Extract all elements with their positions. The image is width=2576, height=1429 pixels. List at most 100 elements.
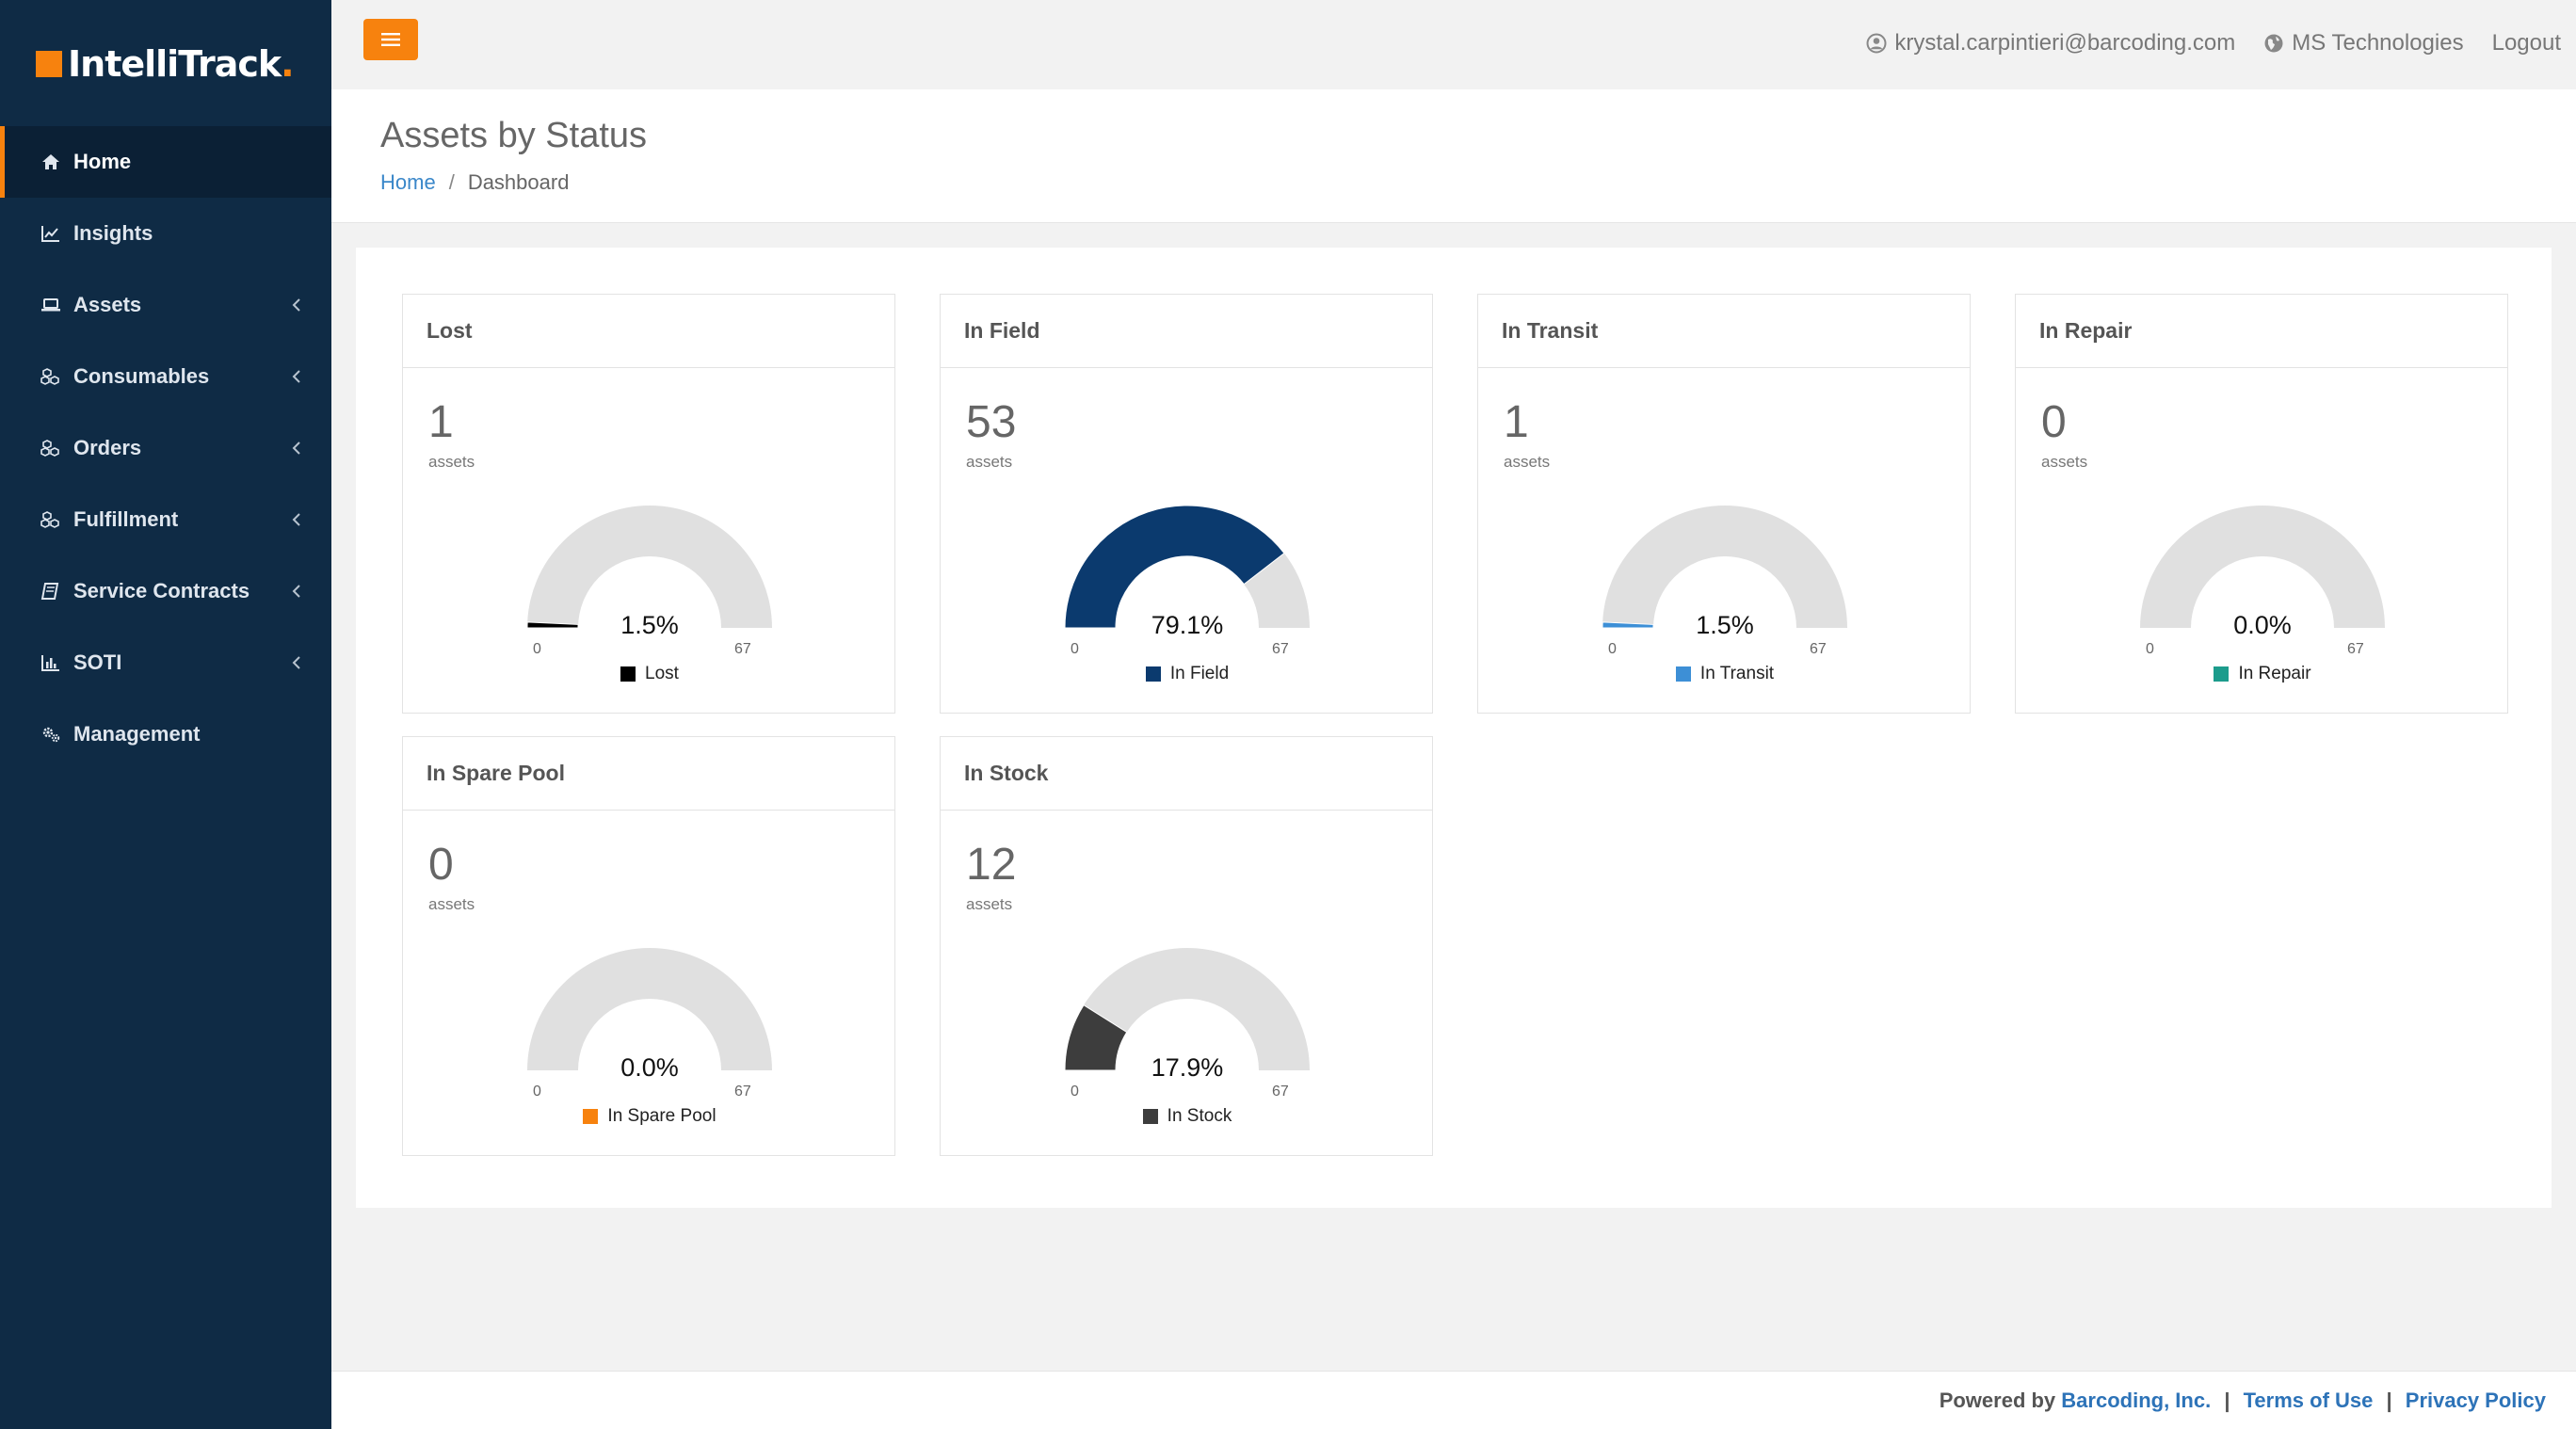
sidebar-item-consumables[interactable]: Consumables [0, 341, 331, 412]
asset-count: 0 [428, 840, 454, 890]
user-menu[interactable]: krystal.carpintieri@barcoding.com [1866, 30, 2235, 56]
sidebar-item-label: Service Contracts [73, 579, 250, 602]
dashboard-panel: Lost 1 assets 0 67 1.5% Lost In Field 53 assets 0 6… [356, 248, 2552, 1208]
gauge-percent-label: 79.1% [1151, 611, 1224, 639]
hamburger-icon [381, 33, 400, 46]
gauge-max-label: 67 [1272, 641, 1289, 657]
legend-label: Lost [645, 664, 679, 683]
sidebar-item-orders[interactable]: Orders [0, 412, 331, 484]
chevron-left-icon [290, 298, 303, 312]
gauge-min-label: 0 [2146, 641, 2154, 657]
gauge-legend: In Spare Pool [516, 1106, 783, 1127]
gauge-max-label: 67 [734, 1084, 751, 1100]
company-menu[interactable]: MS Technologies [2263, 30, 2464, 56]
asset-count-unit: assets [428, 895, 475, 913]
asset-count: 1 [428, 397, 454, 447]
logout-link[interactable]: Logout [2492, 30, 2561, 56]
cubes-icon [38, 509, 64, 530]
gauge-chart: 0 67 0.0% In Repair [2129, 502, 2396, 684]
user-circle-icon [1866, 33, 1887, 54]
sidebar-item-label: Insights [73, 221, 153, 245]
powered-by-text: Powered by [1939, 1389, 2056, 1412]
gauge-max-label: 67 [1810, 641, 1827, 657]
cogs-icon [38, 724, 64, 745]
page-title: Assets by Status [380, 116, 648, 155]
legend-swatch [1145, 666, 1161, 682]
home-icon [38, 152, 64, 172]
card-title: In Transit [1478, 295, 1970, 368]
sidebar-item-insights[interactable]: Insights [0, 198, 331, 269]
legend-swatch [2214, 666, 2230, 682]
sidebar-item-assets[interactable]: Assets [0, 269, 331, 341]
breadcrumb-separator: / [448, 170, 455, 194]
asset-count-unit: assets [428, 453, 475, 471]
sidebar-item-label: Assets [73, 293, 142, 316]
book-icon [38, 581, 64, 602]
gauge-max-label: 67 [734, 641, 751, 657]
gauge-track [527, 506, 772, 628]
status-card-in-field: In Field 53 assets 0 67 79.1% In Field [940, 294, 1433, 714]
asset-count: 1 [1504, 397, 1529, 447]
cubes-icon [38, 366, 64, 387]
chart-line-icon [38, 223, 64, 244]
sidebar-item-home[interactable]: Home [0, 126, 331, 198]
sidebar-item-label: Management [73, 722, 201, 746]
brand-dot: . [281, 43, 294, 85]
gauge-percent-label: 0.0% [620, 1053, 679, 1082]
chevron-left-icon [290, 442, 303, 455]
asset-count-unit: assets [966, 453, 1013, 471]
gauge-percent-label: 1.5% [620, 611, 679, 639]
chevron-left-icon [290, 656, 303, 669]
sidebar-item-label: Orders [73, 436, 142, 459]
gauge-chart: 0 67 17.9% In Stock [1054, 944, 1321, 1126]
chevron-left-icon [290, 513, 303, 526]
legend-label: In Stock [1167, 1106, 1232, 1126]
gauge-track [1602, 506, 1847, 628]
gauge-max-label: 67 [2347, 641, 2364, 657]
gauge-legend: In Stock [1054, 1106, 1321, 1127]
sidebar-item-service-contracts[interactable]: Service Contracts [0, 555, 331, 627]
gauge-chart: 0 67 0.0% In Spare Pool [516, 944, 783, 1126]
sidebar-item-soti[interactable]: SOTI [0, 627, 331, 698]
legend-label: In Repair [2238, 664, 2311, 683]
card-title: In Stock [941, 737, 1432, 811]
bar-chart-icon [38, 652, 64, 673]
menu-toggle-button[interactable] [363, 19, 418, 60]
brand-name: IntelliTrack [68, 43, 282, 85]
top-bar: krystal.carpintieri@barcoding.com MS Tec… [331, 0, 2576, 89]
asset-count-unit: assets [2041, 453, 2088, 471]
privacy-link[interactable]: Privacy Policy [2406, 1389, 2546, 1412]
company-name: MS Technologies [2292, 30, 2464, 56]
gauge-percent-label: 0.0% [2233, 611, 2292, 639]
sidebar-item-fulfillment[interactable]: Fulfillment [0, 484, 331, 555]
card-title: Lost [403, 295, 894, 368]
breadcrumb-home-link[interactable]: Home [380, 170, 436, 195]
legend-swatch [1142, 1109, 1158, 1124]
laptop-icon [38, 295, 64, 315]
sidebar-item-label: Consumables [73, 364, 210, 388]
sidebar-item-label: SOTI [73, 650, 122, 674]
card-title: In Spare Pool [403, 737, 894, 811]
footer-separator: | [2224, 1389, 2230, 1412]
footer-separator: | [2386, 1389, 2392, 1412]
gauge-min-label: 0 [1071, 1084, 1079, 1100]
gauge-legend: In Transit [1591, 664, 1859, 684]
brand-logo[interactable]: IntelliTrack. [36, 41, 295, 87]
gauge-legend: In Repair [2129, 664, 2396, 684]
gauge-track [527, 948, 772, 1070]
terms-link[interactable]: Terms of Use [2244, 1389, 2374, 1412]
footer: Powered by Barcoding, Inc. | Terms of Us… [331, 1371, 2576, 1429]
logout-label: Logout [2491, 30, 2561, 56]
asset-count-unit: assets [1504, 453, 1551, 471]
gauge-min-label: 0 [533, 1084, 541, 1100]
legend-label: In Field [1169, 664, 1230, 683]
sidebar-item-management[interactable]: Management [0, 698, 331, 770]
gauge-chart: 0 67 1.5% In Transit [1591, 502, 1859, 684]
barcoding-link[interactable]: Barcoding, Inc. [2061, 1389, 2211, 1412]
breadcrumb: Home / Dashboard [380, 170, 569, 195]
logo-square-icon [36, 51, 62, 77]
gauge-min-label: 0 [533, 641, 541, 657]
card-title: In Repair [2016, 295, 2507, 368]
status-card-in-spare-pool: In Spare Pool 0 assets 0 67 0.0% In Spare Pool [402, 736, 895, 1156]
legend-swatch [1675, 666, 1691, 682]
